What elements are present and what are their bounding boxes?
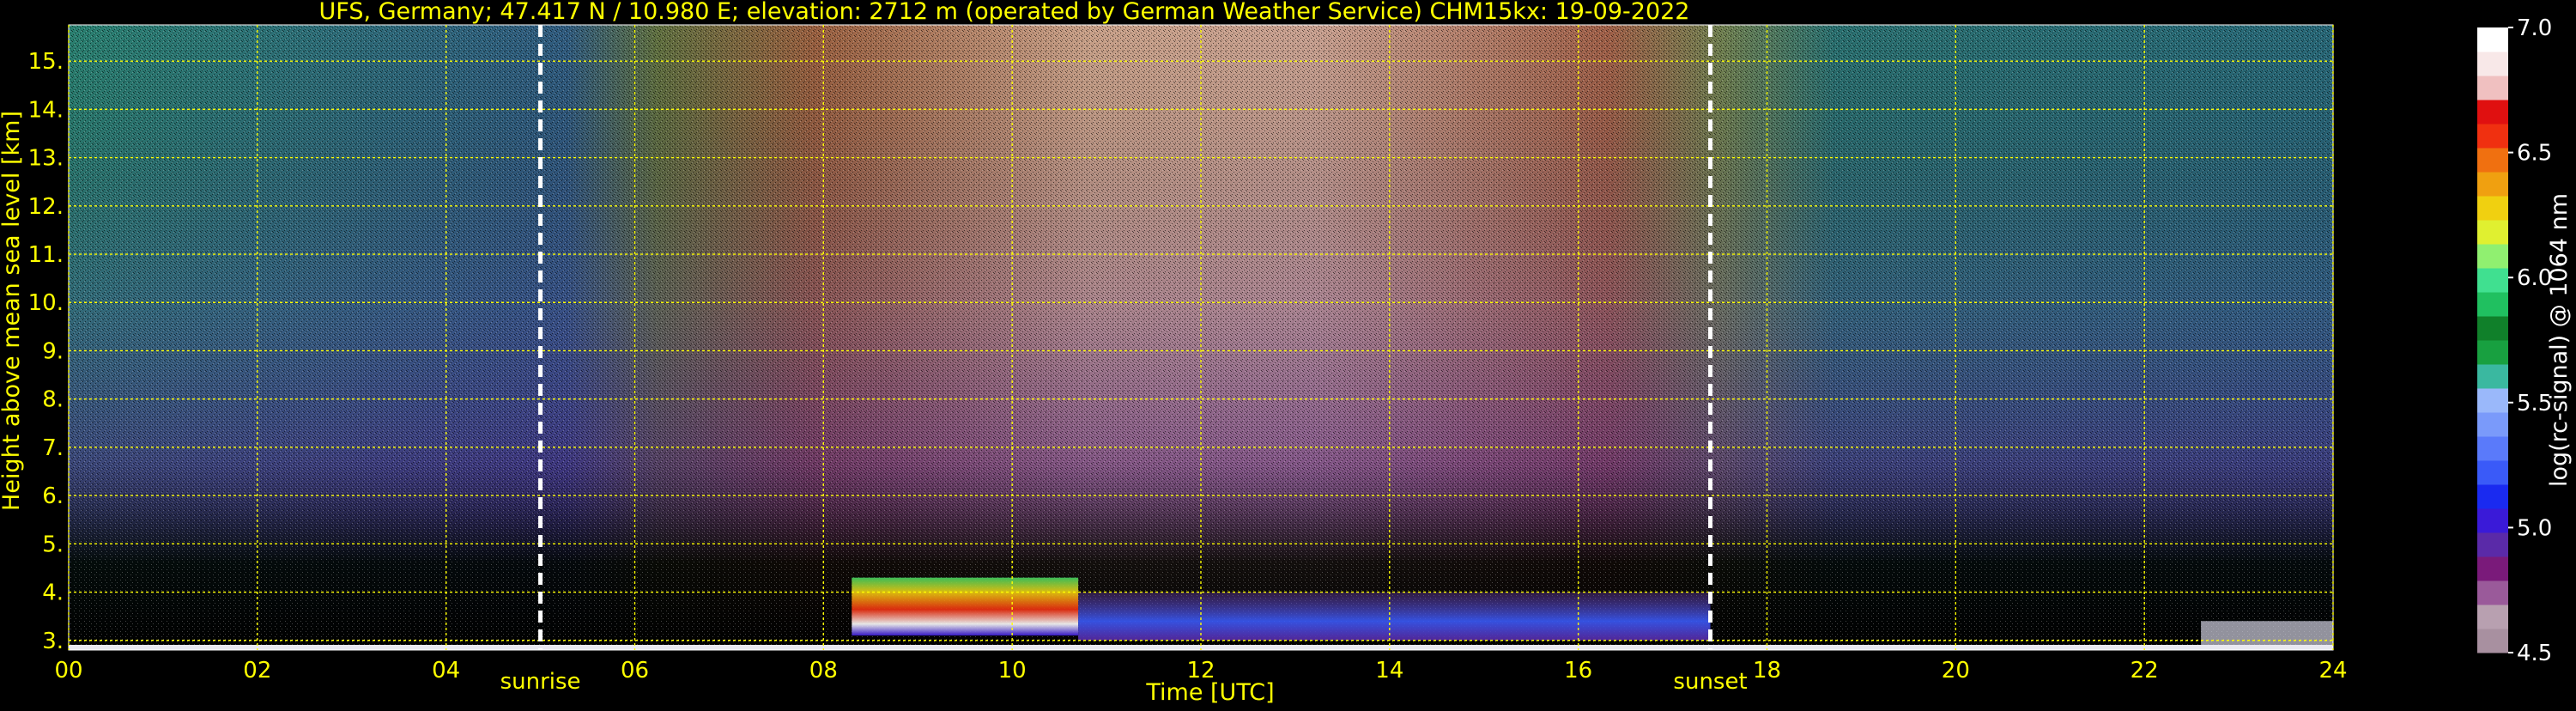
sunset-label: sunset [1673,669,1747,695]
chart-title: UFS, Germany; 47.417 N / 10.980 E; eleva… [319,0,1690,25]
y-axis-label: Height above mean sea level [km] [0,111,25,511]
x-tick-label: 02 [243,658,271,684]
x-tick-label: 18 [1753,658,1781,684]
y-tick-label: 10. [28,290,64,316]
y-tick-label: 14. [28,97,64,123]
colorbar: 4.55.05.56.06.57.0 [2477,15,2552,666]
x-tick-label: 16 [1564,658,1592,684]
y-tick-label: 8. [42,387,64,413]
x-tick-label: 22 [2131,658,2159,684]
colorbar-segment [2477,196,2508,221]
colorbar-segment [2477,76,2508,100]
colorbar-segment [2477,508,2508,533]
x-tick-label: 14 [1375,658,1403,684]
colorbar-segment [2477,436,2508,461]
x-tick-label: 08 [809,658,838,684]
colorbar-segment [2477,532,2508,557]
feature-boundary-layer-plumes [1078,592,1711,641]
colorbar-tick-label: 7.0 [2517,15,2552,41]
colorbar-segment [2477,292,2508,317]
feature-aerosol-layer [852,577,1079,636]
colorbar-segment [2477,27,2508,52]
feature-low-cloud [2201,621,2333,646]
x-tick-label: 06 [621,658,649,684]
colorbar-tick-label: 4.5 [2517,641,2552,666]
colorbar-segment [2477,268,2508,293]
x-tick-label: 00 [54,658,82,684]
colorbar-segment [2477,124,2508,149]
colorbar-segment [2477,580,2508,605]
y-tick-label: 7. [42,435,64,461]
y-tick-label: 12. [28,194,64,220]
x-tick-label: 20 [1942,658,1970,684]
colorbar-segment [2477,388,2508,413]
x-axis-label: Time [UTC] [1145,679,1274,706]
colorbar-segment [2477,340,2508,365]
colorbar-segment [2477,316,2508,341]
y-ticks: 3. 4. 5. 6. 7. 8. 9. 10. 11. 12. 13. 14. 15. [28,49,64,654]
colorbar-segment [2477,244,2508,269]
y-tick-label: 6. [42,483,64,509]
y-tick-label: 9. [42,338,64,364]
colorbar-segment [2477,220,2508,245]
chart-svg: sunrise sunset 00 02 04 06 08 10 12 14 16 18 20 22 24… [0,0,2573,706]
colorbar-label: log(rc-signal) @ 1064 nm [2546,193,2573,487]
colorbar-segment [2477,605,2508,629]
colorbar-segment [2477,148,2508,173]
colorbar-segment [2477,100,2508,125]
colorbar-segment [2477,172,2508,197]
y-tick-label: 11. [28,242,64,268]
colorbar-segment [2477,412,2508,437]
colorbar-segment [2477,556,2508,581]
x-tick-label: 04 [432,658,460,684]
colorbar-segment [2477,364,2508,389]
y-tick-label: 3. [42,629,64,654]
y-tick-label: 15. [28,49,64,75]
colorbar-segment [2477,629,2508,653]
colorbar-tick-label: 6.5 [2517,141,2552,167]
colorbar-segment [2477,52,2508,76]
colorbar-segment [2477,460,2508,485]
y-tick-label: 13. [28,146,64,172]
y-tick-label: 5. [42,532,64,557]
y-tick-label: 4. [42,580,64,606]
x-tick-label: 10 [998,658,1027,684]
x-tick-label: 24 [2318,658,2347,684]
colorbar-tick-label: 5.0 [2517,515,2552,541]
ceilometer-chart: sunrise sunset 00 02 04 06 08 10 12 14 16 18 20 22 24… [0,0,2576,708]
sunrise-label: sunrise [500,669,581,695]
colorbar-segment [2477,484,2508,509]
